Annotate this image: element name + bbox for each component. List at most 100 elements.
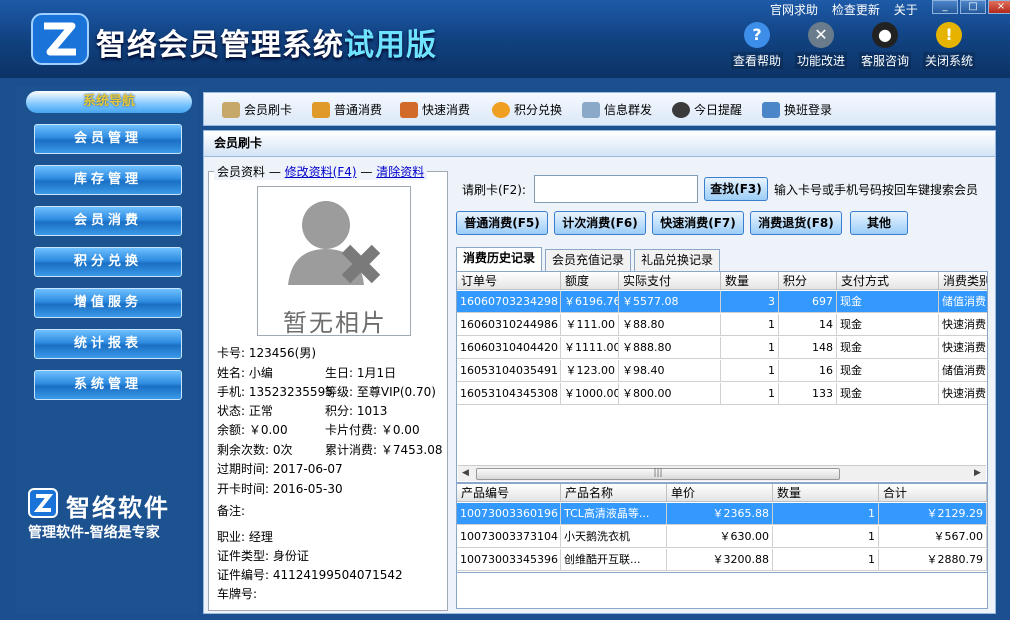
col-subtotal[interactable]: 合计 [879,484,987,502]
id-type: 证件类型: 身份证 [217,549,309,563]
order-no-cell: 16053104345308 [457,383,561,405]
remaining-times: 剩余次数: 0次 [217,443,293,457]
tool-card-swipe-label: 会员刷卡 [244,103,293,117]
col-unit-price[interactable]: 单价 [667,484,773,502]
tool-shift-login[interactable]: 换班登录 [762,101,832,118]
col-product-code[interactable]: 产品编号 [457,484,561,502]
subtotal-cell: ￥567.00 [879,526,987,548]
col-pay-method[interactable]: 支付方式 [837,272,939,290]
gift-box-icon [400,101,418,118]
clock-icon [672,101,690,118]
member-name: 姓名: 小编 [217,366,273,380]
tool-points-exchange[interactable]: 积分兑换 [492,101,562,118]
nav-reports[interactable]: 统计报表 [34,329,182,359]
nav-value-added[interactable]: 增值服务 [34,288,182,318]
warning-icon: ! [936,22,962,48]
exit-system-button-label: 关闭系统 [922,52,975,69]
category-cell: 快速消费 [939,383,987,405]
envelope-icon [582,101,600,118]
normal-consume-button[interactable]: 普通消费(F5) [456,211,548,235]
col-amount[interactable]: 额度 [561,272,619,290]
amount-cell: ￥6196.76 [561,291,619,313]
clear-profile-link[interactable]: 清除资料 [376,165,424,179]
app-title: 智络会员管理系统试用版 [96,20,437,64]
product-qty-cell: 1 [773,526,879,548]
amount-cell: ￥111.00 [561,314,619,336]
subtotal-cell: ￥2129.29 [879,503,987,525]
actual-pay-cell: ￥88.80 [619,314,721,336]
order-no-cell: 16060703234298 [457,291,561,313]
minimize-button[interactable]: _ [932,0,958,14]
history-horizontal-scrollbar[interactable]: ◀ ||| ▶ [458,465,986,481]
product-grid: 产品编号 产品名称 单价 数量 合计 10073003360196 TCL高清液… [456,483,988,573]
window-controls: _ □ × [930,0,1010,14]
product-code-cell: 10073003360196 [457,503,561,525]
tab-gift-exchange[interactable]: 礼品兑换记录 [634,249,721,271]
quantity-cell: 1 [721,314,779,336]
tool-mass-message-label: 信息群发 [604,103,653,117]
count-consume-button[interactable]: 计次消费(F6) [554,211,646,235]
points-cell: 697 [779,291,837,313]
nav-inventory[interactable]: 库存管理 [34,165,182,195]
help-button-label: 查看帮助 [730,52,783,69]
nav-header: 系统导航 [26,91,192,113]
link-about[interactable]: 关于 [894,3,918,17]
maximize-button[interactable]: □ [960,0,986,14]
col-points[interactable]: 积分 [779,272,837,290]
exit-system-button[interactable]: ! 关闭系统 [917,22,981,69]
tool-mass-message[interactable]: 信息群发 [582,101,652,118]
tab-consume-history[interactable]: 消费历史记录 [456,247,543,271]
other-button[interactable]: 其他 [850,211,908,235]
col-order-no[interactable]: 订单号 [457,272,561,290]
product-grid-empty-area [456,573,988,609]
app-edition: 试用版 [344,28,437,63]
edit-profile-link[interactable]: 修改资料(F4) [285,165,357,179]
col-product-qty[interactable]: 数量 [773,484,879,502]
scrollbar-thumb[interactable]: ||| [476,468,840,480]
nav-points-exchange[interactable]: 积分兑换 [34,247,182,277]
support-button[interactable]: ● 客服咨询 [853,22,917,69]
scroll-right-icon[interactable]: ▶ [974,468,981,478]
improve-button-label: 功能改进 [794,52,847,69]
points-cell: 133 [779,383,837,405]
help-button[interactable]: ? 查看帮助 [725,22,789,69]
open-date: 开卡时间: 2016-05-30 [217,482,343,496]
tool-quick-consume[interactable]: 快速消费 [400,101,470,118]
tool-card-swipe[interactable]: 会员刷卡 [222,101,292,118]
quantity-cell: 3 [721,291,779,313]
close-window-button[interactable]: × [988,0,1010,14]
nav-member-management[interactable]: 会员管理 [34,124,182,154]
toolbar: 会员刷卡 普通消费 快速消费 积分兑换 信息群发 今日提醒 换班登录 [203,92,996,126]
link-help-online[interactable]: 官网求助 [770,3,818,17]
nav-member-consume[interactable]: 会员消费 [34,206,182,236]
return-goods-button[interactable]: 消费退货(F8) [750,211,842,235]
member-status: 状态: 正常 [217,404,273,418]
card-icon [222,101,240,118]
unit-price-cell: ￥3200.88 [667,549,773,571]
col-category[interactable]: 消费类别 [939,272,987,290]
card-search-input[interactable] [534,175,698,203]
quantity-cell: 1 [721,337,779,359]
points-cell: 148 [779,337,837,359]
search-button[interactable]: 查找(F3) [704,177,768,201]
remark: 备注: [217,504,246,518]
order-no-cell: 16053104035491 [457,360,561,382]
money-bag-icon [312,101,330,118]
tool-today-reminder[interactable]: 今日提醒 [672,101,742,118]
points-cell: 14 [779,314,837,336]
col-product-name[interactable]: 产品名称 [561,484,667,502]
pay-method-cell: 现金 [837,337,939,359]
unit-price-cell: ￥630.00 [667,526,773,548]
link-check-update[interactable]: 检查更新 [832,3,880,17]
profile-legend: 会员资料 — 修改资料(F4) — 清除资料 [214,163,428,180]
tab-recharge-history[interactable]: 会员充值记录 [545,249,632,271]
question-icon: ? [744,22,770,48]
nav-system[interactable]: 系统管理 [34,370,182,400]
quick-consume-button[interactable]: 快速消费(F7) [652,211,744,235]
scroll-left-icon[interactable]: ◀ [462,468,469,478]
col-actual-pay[interactable]: 实际支付 [619,272,721,290]
tool-normal-consume[interactable]: 普通消费 [312,101,382,118]
improve-button[interactable]: ✕ 功能改进 [789,22,853,69]
col-quantity[interactable]: 数量 [721,272,779,290]
member-profile-box: 暂无相片 卡号: 123456(男) 姓名: 小编 生日: 1月1日 手机: 1… [208,171,448,611]
